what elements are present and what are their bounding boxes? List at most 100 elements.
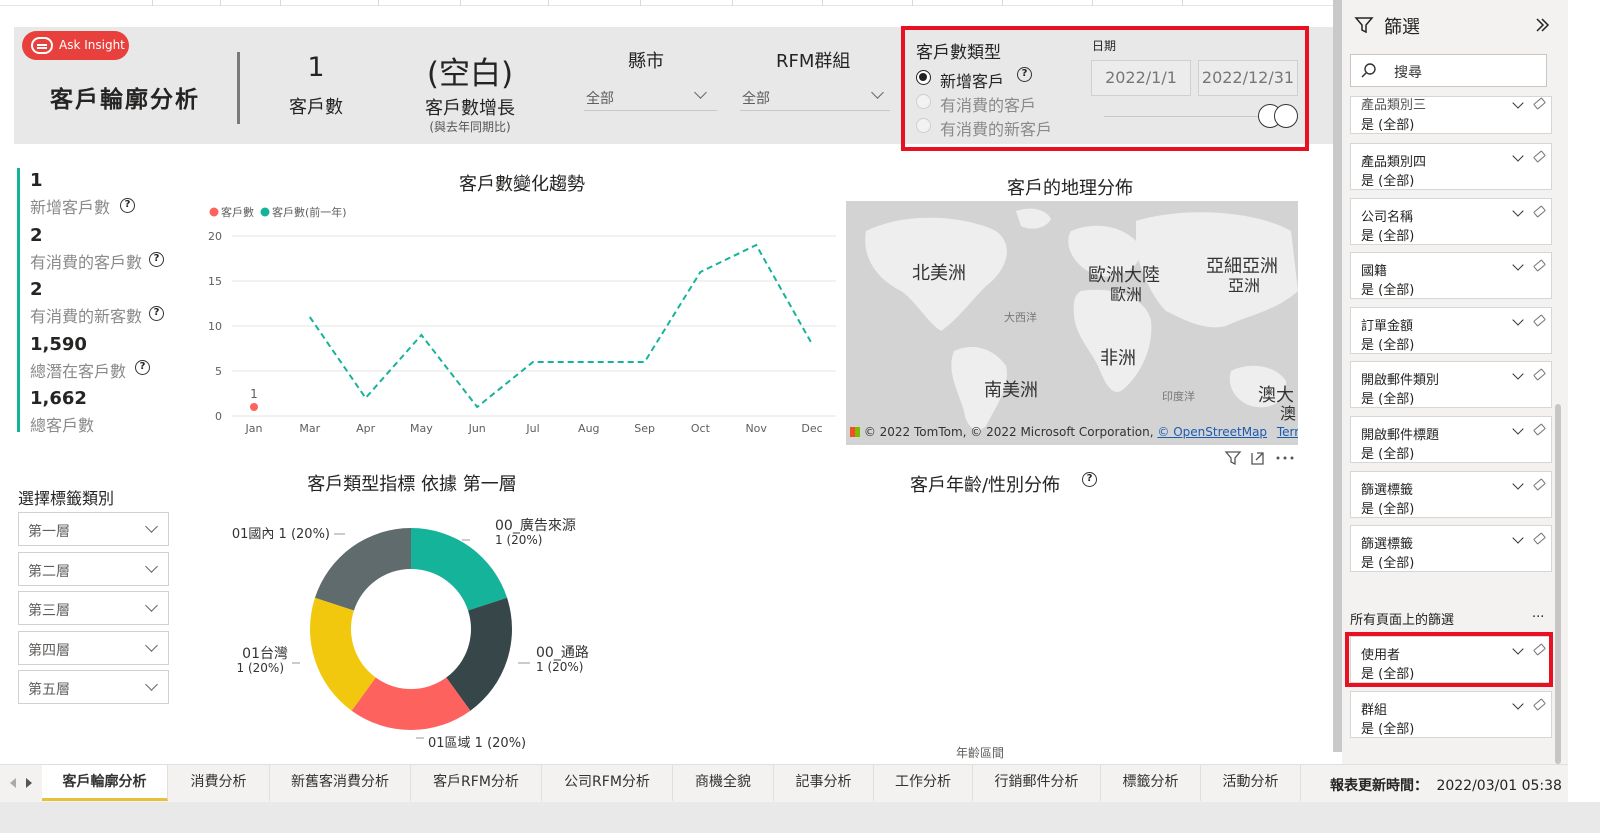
kpi-potential-label: 總潛在客戶數 xyxy=(30,362,127,381)
focus-mode-icon xyxy=(1251,452,1264,465)
chevron-down-icon[interactable] xyxy=(1512,259,1524,271)
ask-insight-button[interactable]: Ask Insight xyxy=(22,31,129,60)
chevron-down-icon[interactable] xyxy=(1512,478,1524,490)
map-label-europe: 歐洲 xyxy=(1110,285,1143,304)
clear-filter-icon[interactable] xyxy=(1533,368,1546,381)
filter-card-tag-1[interactable]: 篩選標籤是 (全部) xyxy=(1350,471,1552,518)
start-date-input[interactable]: 2022/1/1 xyxy=(1091,60,1191,96)
clear-filter-icon[interactable] xyxy=(1533,205,1546,218)
question-circle-icon[interactable]: ? xyxy=(1017,67,1032,82)
slice-value: 1 (20%) xyxy=(237,661,284,675)
tag-level-4-dropdown[interactable]: 第四層 xyxy=(18,631,169,665)
donut-chart: 00_廣告來源1 (20%)00_通路1 (20%)01區域 1 (20%)01… xyxy=(232,517,589,751)
tab-scroll-left-icon[interactable] xyxy=(10,778,16,788)
county-dropdown[interactable]: 全部 xyxy=(584,83,717,111)
customer-count-label: 客戶數 xyxy=(289,97,343,118)
y-tick-label: 5 xyxy=(215,365,222,378)
tab-marketing-mail[interactable]: 行銷郵件分析 xyxy=(973,765,1101,801)
tag-level-1-dropdown[interactable]: 第一層 xyxy=(18,512,169,546)
age-axis-label: 年齡區間 xyxy=(956,746,1005,760)
question-circle-icon[interactable]: ? xyxy=(149,252,164,267)
collapse-pane-icon[interactable] xyxy=(1534,17,1550,33)
tab-consumption[interactable]: 消費分析 xyxy=(168,765,270,801)
chevron-down-icon[interactable] xyxy=(1512,97,1524,109)
tab-notes[interactable]: 記事分析 xyxy=(774,765,874,801)
chevron-down-icon[interactable] xyxy=(1512,150,1524,162)
kpi-accent-bar xyxy=(17,168,20,432)
tab-opportunity[interactable]: 商機全貌 xyxy=(673,765,774,801)
tab-activities[interactable]: 活動分析 xyxy=(1201,765,1301,801)
chevron-down-icon[interactable] xyxy=(1512,698,1524,710)
chevron-down-icon[interactable] xyxy=(1512,423,1524,435)
clear-filter-icon[interactable] xyxy=(1533,698,1546,711)
trend-chart: 客戶數 客戶數(前一年) 0 5 10 15 20 Jan Mar Apr May Jun Jul Aug… xyxy=(208,205,836,435)
tag-level-5-dropdown[interactable]: 第五層 xyxy=(18,670,169,704)
filter-search-input[interactable]: 搜尋 xyxy=(1350,54,1547,87)
tag-level-2-dropdown[interactable]: 第二層 xyxy=(18,552,169,586)
clear-filter-icon[interactable] xyxy=(1533,423,1546,436)
top-divider xyxy=(0,0,1362,6)
chevron-down-icon[interactable] xyxy=(1512,205,1524,217)
tab-customer-rfm[interactable]: 客戶RFM分析 xyxy=(411,765,542,801)
filter-card-product-cat-4[interactable]: 產品類別四是 (全部) xyxy=(1350,143,1552,190)
filter-card-mail-title[interactable]: 開啟郵件標題是 (全部) xyxy=(1350,416,1552,463)
x-tick-label: Jul xyxy=(525,422,539,435)
slice-value: 1 (20%) xyxy=(495,533,542,547)
filter-card-mail-category[interactable]: 開啟郵件類別是 (全部) xyxy=(1350,361,1552,408)
chevron-down-icon xyxy=(145,520,158,533)
slice-label: 01國內 1 (20%) xyxy=(232,527,330,542)
filter-pane-scrollbar[interactable] xyxy=(1555,404,1561,764)
clear-filter-icon[interactable] xyxy=(1533,97,1546,110)
tab-customer-profile[interactable]: 客戶輪廓分析 xyxy=(42,765,168,801)
filter-card-product-cat-3[interactable]: 產品類別三 是 (全部) xyxy=(1350,96,1552,134)
question-circle-icon[interactable]: ? xyxy=(120,198,135,213)
clear-filter-icon[interactable] xyxy=(1533,259,1546,272)
tab-company-rfm[interactable]: 公司RFM分析 xyxy=(542,765,673,801)
filter-card-group[interactable]: 群組是 (全部) xyxy=(1350,691,1552,738)
map-visual[interactable]: 北美洲 歐洲大陸 歐洲 亞細亞洲 亞洲 大西洋 非洲 南美洲 印度洋 澳大 澳 … xyxy=(846,201,1298,445)
clear-filter-icon[interactable] xyxy=(1533,478,1546,491)
tab-work[interactable]: 工作分析 xyxy=(874,765,973,801)
openstreetmap-link[interactable]: © OpenStreetMap xyxy=(1157,425,1267,439)
question-circle-icon[interactable]: ? xyxy=(1082,472,1097,487)
rfm-dropdown[interactable]: 全部 xyxy=(740,83,890,111)
filter-card-tag-2[interactable]: 篩選標籤是 (全部) xyxy=(1350,525,1552,572)
chevron-down-icon[interactable] xyxy=(1512,532,1524,544)
county-slicer-title: 縣市 xyxy=(628,51,664,72)
donut-slice xyxy=(411,528,508,611)
map-label-atlantic: 大西洋 xyxy=(1004,311,1037,324)
clear-filter-icon[interactable] xyxy=(1533,532,1546,545)
more-options-icon[interactable]: ... xyxy=(1532,606,1544,621)
terms-link[interactable]: Terms xyxy=(1277,425,1298,439)
date-range-track xyxy=(1104,116,1280,117)
filter-card-company[interactable]: 公司名稱是 (全部) xyxy=(1350,198,1552,245)
tab-new-old-consumption[interactable]: 新舊客消費分析 xyxy=(270,765,411,801)
map-title: 客戶的地理分佈 xyxy=(1007,178,1133,199)
header-divider xyxy=(237,52,240,124)
tag-level-3-dropdown[interactable]: 第三層 xyxy=(18,591,169,625)
clear-filter-icon[interactable] xyxy=(1533,314,1546,327)
slice-value: 1 (20%) xyxy=(536,660,583,674)
filter-card-order-amount[interactable]: 訂單金額是 (全部) xyxy=(1350,307,1552,354)
x-tick-label: Mar xyxy=(299,422,320,435)
date-slider-handle-end[interactable] xyxy=(1274,104,1298,128)
map-credit: © 2022 TomTom, © 2022 Microsoft Corporat… xyxy=(850,425,1298,439)
chevron-down-icon[interactable] xyxy=(1512,368,1524,380)
legend-marker xyxy=(209,207,219,217)
report-canvas: Ask Insight 客戶輪廓分析 1 客戶數 (空白) 客戶數增長 (與去年… xyxy=(0,0,1362,780)
legend-marker xyxy=(260,207,270,217)
x-tick-label: May xyxy=(410,422,433,435)
world-map-shapes xyxy=(865,208,1298,431)
x-tick-label: Aug xyxy=(578,422,599,435)
slice-label: 01區域 1 (20%) xyxy=(428,736,526,751)
end-date-input[interactable]: 2022/12/31 xyxy=(1198,60,1298,96)
question-circle-icon[interactable]: ? xyxy=(149,306,164,321)
tag-category-title: 選擇標籤類別 xyxy=(18,489,115,508)
question-circle-icon[interactable]: ? xyxy=(135,360,150,375)
clear-filter-icon[interactable] xyxy=(1533,150,1546,163)
chevron-down-icon[interactable] xyxy=(1512,314,1524,326)
tab-scroll-right-icon[interactable] xyxy=(26,778,32,788)
map-label-africa: 非洲 xyxy=(1100,348,1136,369)
filter-card-nationality[interactable]: 國籍是 (全部) xyxy=(1350,252,1552,299)
tab-tags[interactable]: 標籤分析 xyxy=(1101,765,1201,801)
